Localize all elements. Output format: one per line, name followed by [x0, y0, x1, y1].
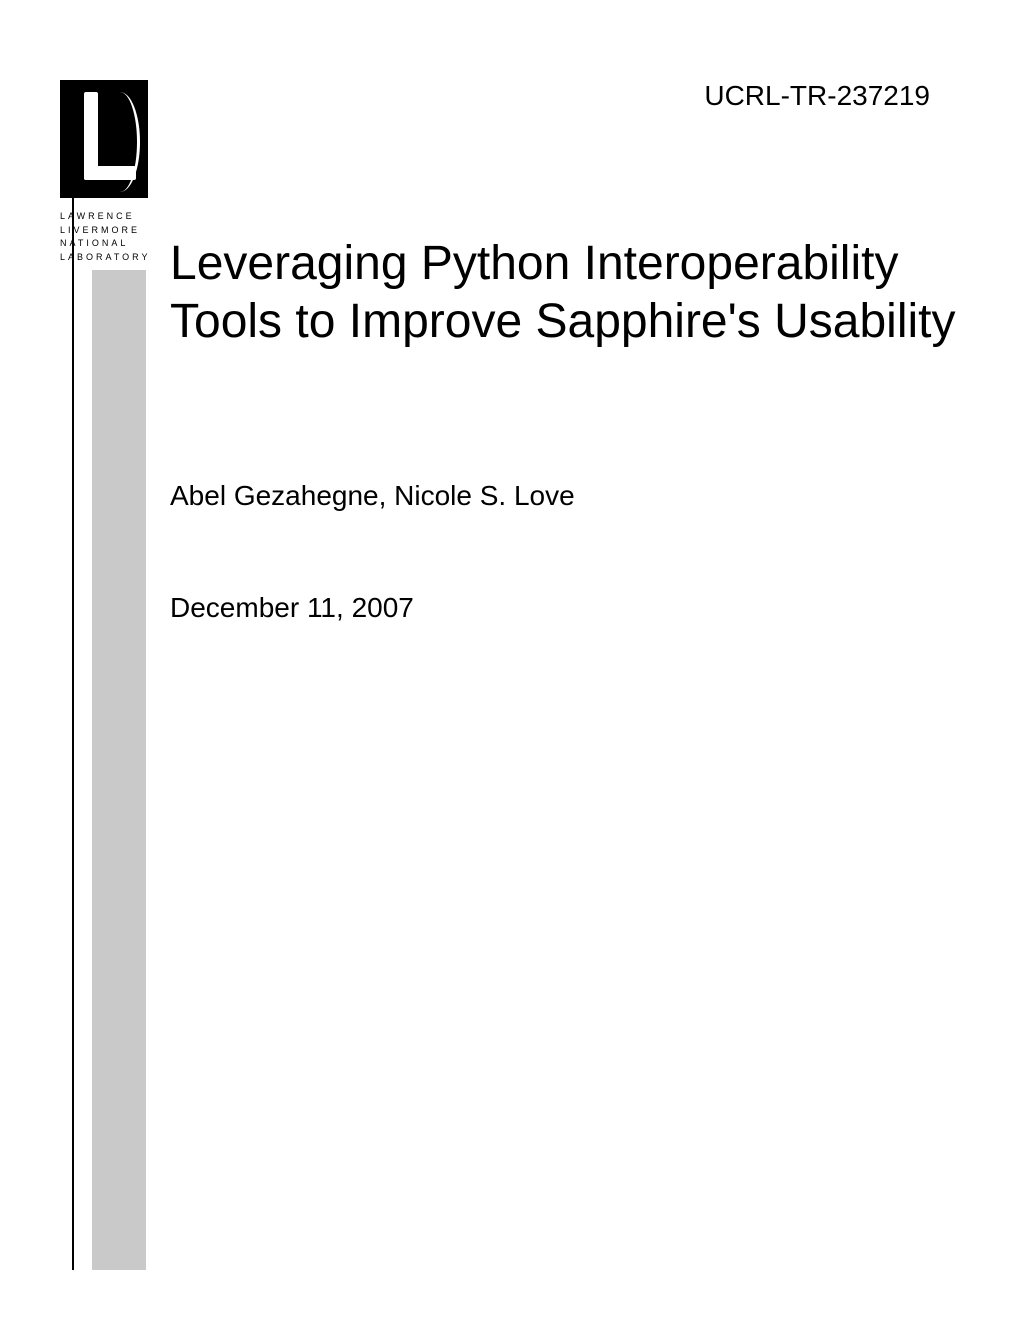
authors: Abel Gezahegne, Nicole S. Love [170, 480, 960, 512]
page-container: UCRL-TR-237219 LAWRENCE LIVERMORE NATION… [0, 0, 1020, 1320]
lab-name-line1: LAWRENCE [60, 210, 156, 224]
lab-name: LAWRENCE LIVERMORE NATIONAL LABORATORY [60, 210, 156, 264]
sidebar-gray-bar [92, 270, 146, 1270]
lab-name-line3: NATIONAL [60, 237, 156, 251]
report-number: UCRL-TR-237219 [704, 80, 930, 112]
lab-name-line2: LIVERMORE [60, 224, 156, 238]
vertical-rule [72, 80, 74, 1270]
lab-name-line4: LABORATORY [60, 251, 156, 265]
content-area: Leveraging Python Interoperability Tools… [170, 235, 960, 624]
document-title: Leveraging Python Interoperability Tools… [170, 235, 960, 350]
publication-date: December 11, 2007 [170, 592, 960, 624]
